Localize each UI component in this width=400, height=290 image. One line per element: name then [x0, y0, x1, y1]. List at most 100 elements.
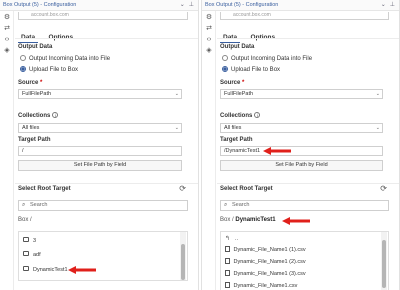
list-item[interactable]: 3: [23, 236, 175, 247]
file-icon: [225, 282, 230, 288]
collections-value: All files: [22, 125, 40, 131]
side-rail: ⚙ ⇄ ‹› ◈: [202, 11, 216, 290]
collections-label: Collections i: [18, 112, 59, 119]
title-bar: Box Output (5) - Configuration ⌄ ⊥: [0, 0, 198, 11]
screenshot-stage: Box Output (5) - Configuration ⌄ ⊥ ⚙ ⇄ ‹›…: [0, 0, 400, 290]
radio-label: Upload File to Box: [231, 67, 281, 73]
window-title: Box Output (5) - Configuration: [3, 2, 77, 8]
radio-icon[interactable]: [222, 55, 228, 61]
pin-icon[interactable]: ⊥: [390, 2, 395, 8]
folder-icon: [23, 251, 29, 256]
list-item[interactable]: Dynamic_File_Name1 (3).csv: [225, 269, 376, 280]
tab-bar: Data Options: [18, 26, 79, 43]
root-target-label: Select Root Target: [18, 186, 71, 192]
list-item[interactable]: Dynamic_File_Name1 (1).csv: [225, 245, 376, 256]
info-icon[interactable]: i: [52, 112, 59, 118]
left-config-panel: Box Output (5) - Configuration ⌄ ⊥ ⚙ ⇄ ‹›…: [0, 0, 199, 290]
chevron-down-icon: ⌄: [174, 91, 179, 97]
radio-upload-to-box[interactable]: Upload File to Box: [222, 66, 280, 73]
annotation-arrow-icon: [263, 147, 291, 155]
info-icon[interactable]: i: [254, 112, 261, 118]
radio-label: Upload File to Box: [29, 67, 79, 73]
radio-output-incoming[interactable]: Output Incoming Data into File: [20, 55, 110, 62]
pin-icon[interactable]: ⊥: [189, 2, 194, 8]
arrows-icon[interactable]: ⇄: [205, 25, 213, 33]
folder-icon: [23, 237, 29, 242]
list-item[interactable]: Dynamic_File_Name1.csv: [225, 281, 376, 290]
radio-label: Output Incoming Data into File: [231, 56, 313, 62]
gear-icon[interactable]: ⚙: [205, 14, 213, 22]
tag-icon[interactable]: ◈: [3, 47, 11, 55]
breadcrumb-root[interactable]: Box /: [220, 217, 234, 223]
list-item[interactable]: DynamicTest1: [23, 265, 175, 276]
set-file-path-button[interactable]: Set File Path by Field: [220, 160, 383, 171]
file-icon: [225, 246, 230, 252]
folder-icon: [23, 266, 29, 271]
file-list: ↰.. Dynamic_File_Name1 (1).csv Dynamic_F…: [220, 231, 389, 290]
search-icon: ⌕: [224, 202, 228, 208]
radio-icon[interactable]: [20, 55, 26, 61]
target-path-label: Target Path: [18, 137, 51, 143]
breadcrumb: Box /: [18, 217, 32, 223]
search-input[interactable]: ⌕ Search: [18, 200, 188, 211]
collections-dropdown[interactable]: All files ⌄: [220, 123, 383, 133]
tag-icon[interactable]: ◈: [205, 47, 213, 55]
file-icon: [225, 258, 230, 264]
file-icon: [225, 270, 230, 276]
radio-selected-icon[interactable]: [222, 66, 228, 72]
tab-bar: Data Options: [220, 26, 281, 43]
radio-label: Output Incoming Data into File: [29, 56, 111, 62]
search-placeholder: Search: [30, 202, 48, 208]
source-value: FullFilePath: [224, 91, 254, 97]
breadcrumb-current: DynamicTest1: [235, 217, 276, 223]
code-icon[interactable]: ‹›: [205, 36, 213, 44]
divider: [217, 183, 399, 184]
search-placeholder: Search: [232, 202, 250, 208]
divider: [217, 38, 399, 39]
target-path-input[interactable]: /DynamicTest1: [220, 146, 383, 156]
source-dropdown[interactable]: FullFilePath ⌄: [18, 89, 182, 99]
list-item-up[interactable]: ↰..: [225, 234, 376, 245]
panel-content: account.box.com Data Options Output Data…: [15, 11, 198, 290]
scrollbar[interactable]: [180, 232, 186, 280]
source-dropdown[interactable]: FullFilePath ⌄: [220, 89, 383, 99]
divider: [15, 183, 198, 184]
account-url-box: account.box.com: [220, 12, 389, 20]
list-item[interactable]: adf: [23, 250, 175, 261]
breadcrumb: Box / DynamicTest1: [220, 217, 276, 223]
annotation-arrow-icon: [68, 266, 96, 274]
chevron-down-icon: ⌄: [375, 125, 380, 131]
collections-label: Collections i: [220, 112, 261, 119]
gear-icon[interactable]: ⚙: [3, 14, 11, 22]
search-input[interactable]: ⌕ Search: [220, 200, 389, 211]
set-file-path-button[interactable]: Set File Path by Field: [18, 160, 182, 171]
search-icon: ⌕: [22, 202, 26, 208]
refresh-icon[interactable]: ⟳: [179, 184, 186, 193]
side-rail: ⚙ ⇄ ‹› ◈: [0, 11, 14, 290]
collections-dropdown[interactable]: All files ⌄: [18, 123, 182, 133]
chevron-down-icon[interactable]: ⌄: [381, 2, 386, 8]
code-icon[interactable]: ‹›: [3, 36, 11, 44]
annotation-arrow-icon: [282, 217, 310, 225]
source-value: FullFilePath: [22, 91, 52, 97]
folder-list: 3 adf DynamicTest1: [18, 231, 188, 281]
source-label: Source *: [18, 80, 43, 86]
list-item[interactable]: Dynamic_File_Name1 (2).csv: [225, 257, 376, 268]
refresh-icon[interactable]: ⟳: [380, 184, 387, 193]
scrollbar[interactable]: [381, 232, 387, 290]
arrows-icon[interactable]: ⇄: [3, 25, 11, 33]
scrollbar-thumb[interactable]: [181, 244, 185, 280]
target-path-input[interactable]: /: [18, 146, 182, 156]
right-config-panel: Box Output (5) - Configuration ⌄ ⊥ ⚙ ⇄ ‹›…: [201, 0, 400, 290]
account-url-box: account.box.com: [18, 12, 188, 20]
radio-upload-to-box[interactable]: Upload File to Box: [20, 66, 78, 73]
collections-value: All files: [224, 125, 242, 131]
breadcrumb-root[interactable]: Box /: [18, 217, 32, 223]
divider: [15, 38, 198, 39]
chevron-down-icon: ⌄: [375, 91, 380, 97]
radio-output-incoming[interactable]: Output Incoming Data into File: [222, 55, 312, 62]
radio-selected-icon[interactable]: [20, 66, 26, 72]
scrollbar-thumb[interactable]: [382, 240, 386, 288]
output-data-label: Output Data: [220, 44, 255, 50]
chevron-down-icon[interactable]: ⌄: [180, 2, 185, 8]
